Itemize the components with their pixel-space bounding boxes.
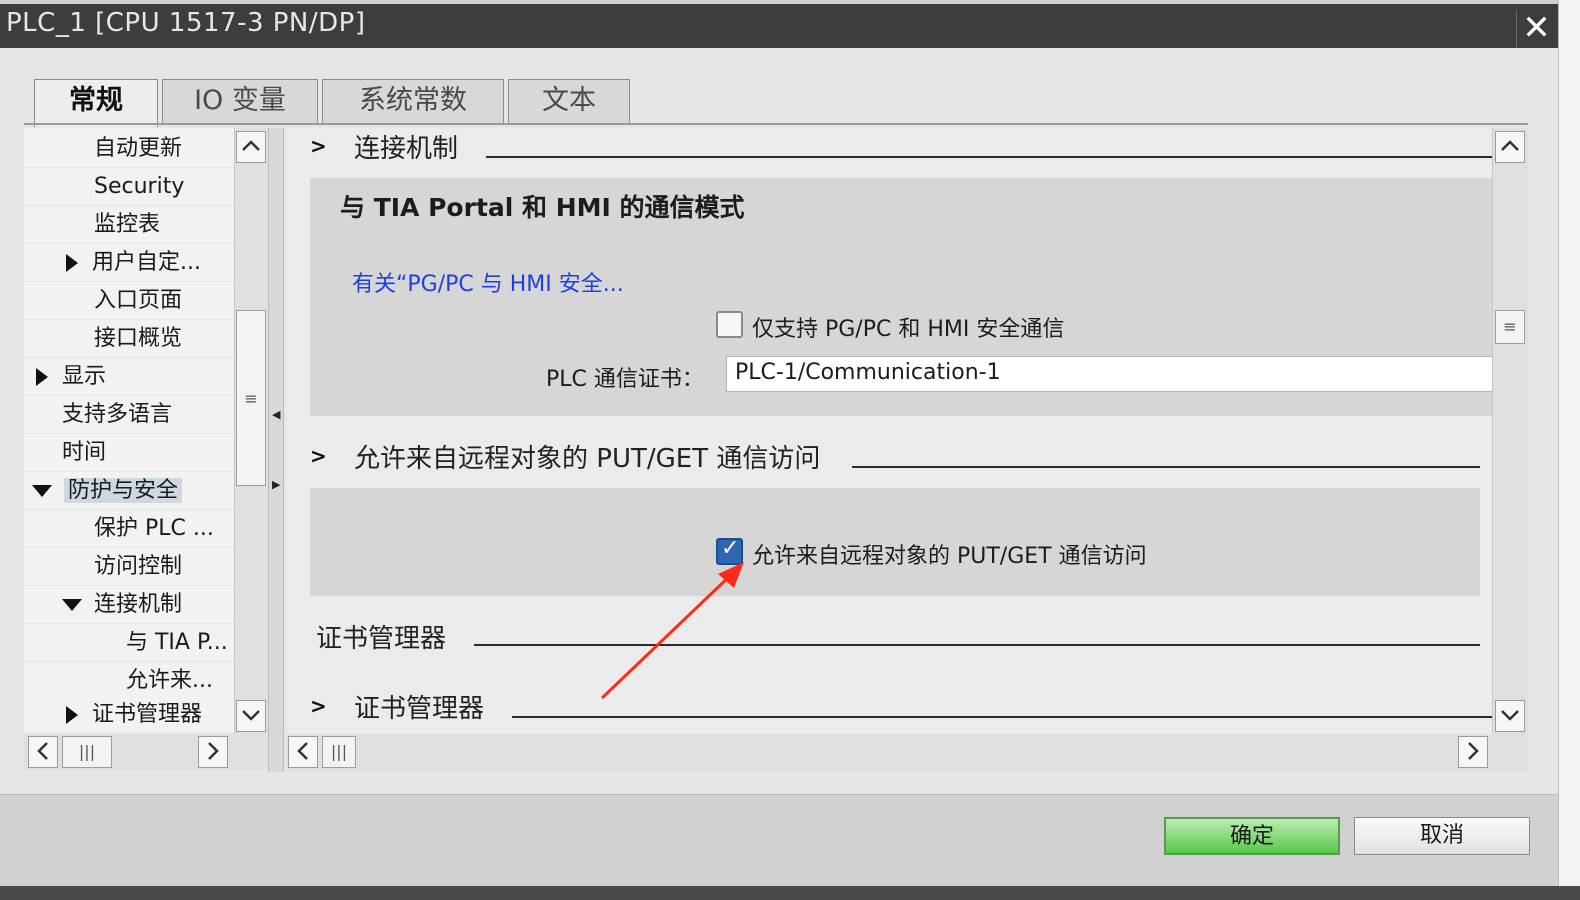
scroll-right-button[interactable]: [198, 736, 228, 768]
nav-item-label: 接口概览: [94, 326, 183, 351]
nav-item-security[interactable]: Security: [24, 168, 234, 206]
settings-content: > 连接机制 与 TIA Portal 和 HMI 的通信模式 有关“PG/PC…: [286, 128, 1494, 736]
nav-item-certificate-manager-visible[interactable]: 证书管理器: [24, 696, 234, 734]
expand-arrow-icon[interactable]: [66, 706, 78, 724]
nav-item-interface-overview[interactable]: 接口概览: [24, 320, 234, 358]
nav-item-label: 用户自定...: [92, 250, 201, 275]
nav-item-tia-portal[interactable]: 与 TIA P...: [24, 624, 234, 662]
title-bar: PLC_1 [CPU 1517-3 PN/DP] ✕: [0, 4, 1558, 48]
nav-item-user-defined[interactable]: 用户自定...: [24, 244, 234, 282]
chevron-down-icon: [1501, 710, 1519, 721]
nav-item-access-control[interactable]: 访问控制: [24, 548, 234, 586]
panel-splitter[interactable]: ◀ ▶: [268, 128, 284, 772]
nav-item-label: 证书管理器: [92, 702, 203, 727]
chevron-down-icon: [242, 710, 260, 721]
nav-item-auto-update[interactable]: 自动更新: [24, 130, 234, 168]
nav-item-protection-security[interactable]: 防护与安全: [24, 472, 234, 510]
scroll-up-button[interactable]: [1495, 131, 1525, 163]
nav-item-protect-plc[interactable]: 保护 PLC ...: [24, 510, 234, 548]
scroll-thumb[interactable]: ≡: [1495, 310, 1525, 344]
nav-item-multilingual[interactable]: 支持多语言: [24, 396, 234, 434]
scroll-thumb[interactable]: |||: [62, 736, 112, 768]
scroll-down-button[interactable]: [1495, 700, 1525, 732]
nav-item-label: 允许来...: [126, 668, 213, 693]
ok-button[interactable]: 确定: [1164, 817, 1340, 855]
collapse-arrow-icon[interactable]: [62, 599, 82, 611]
window-title: PLC_1 [CPU 1517-3 PN/DP]: [6, 8, 366, 38]
background-strip: [0, 886, 1580, 900]
content-vertical-scrollbar[interactable]: ≡: [1492, 128, 1528, 736]
tab-texts[interactable]: 文本: [508, 79, 630, 124]
scroll-thumb[interactable]: ≡: [236, 310, 266, 486]
nav-item-label: 入口页面: [94, 288, 183, 313]
nav-item-allow-putget[interactable]: 允许来...: [24, 662, 234, 698]
background-window-edge: [1558, 0, 1580, 900]
annotation-arrow: [600, 562, 744, 700]
nav-item-label: 自动更新: [94, 136, 183, 161]
nav-item-label: 与 TIA P...: [126, 630, 228, 655]
nav-item-display[interactable]: 显示: [24, 358, 234, 396]
nav-item-label: 监控表: [94, 212, 161, 237]
tab-general[interactable]: 常规: [34, 79, 158, 127]
expand-arrow-icon[interactable]: [36, 368, 48, 386]
dialog-footer: 确定 取消: [0, 794, 1558, 890]
expand-arrow-icon[interactable]: [66, 254, 78, 272]
scroll-thumb[interactable]: |||: [322, 736, 356, 768]
scroll-left-button[interactable]: [288, 736, 318, 768]
cancel-button[interactable]: 取消: [1354, 817, 1530, 855]
nav-item-connection-mechanisms[interactable]: 连接机制: [24, 586, 234, 624]
expand-right-icon[interactable]: ▶: [272, 478, 280, 491]
scroll-left-button[interactable]: [28, 736, 58, 768]
tab-system-constants[interactable]: 系统常数: [322, 79, 504, 124]
nav-item-entry-page[interactable]: 入口页面: [24, 282, 234, 320]
chevron-right-icon: [1468, 742, 1479, 760]
close-button[interactable]: ✕: [1516, 10, 1556, 48]
collapse-left-icon[interactable]: ◀: [272, 408, 280, 421]
collapse-arrow-icon[interactable]: [32, 485, 52, 497]
tab-divider: [24, 123, 1528, 125]
nav-item-label: 访问控制: [94, 554, 183, 579]
nav-item-label: 防护与安全: [64, 478, 183, 503]
scroll-right-button[interactable]: [1458, 736, 1488, 768]
chevron-up-icon: [1501, 140, 1519, 151]
nav-item-watch-table[interactable]: 监控表: [24, 206, 234, 244]
nav-vertical-scrollbar[interactable]: ≡: [234, 128, 268, 734]
chevron-left-icon: [297, 742, 308, 760]
scroll-up-button[interactable]: [236, 131, 266, 163]
nav-item-label: 保护 PLC ...: [94, 516, 214, 541]
properties-dialog: PLC_1 [CPU 1517-3 PN/DP] ✕ 常规 IO 变量 系统常数…: [0, 4, 1558, 890]
nav-horizontal-scrollbar[interactable]: |||: [24, 734, 268, 770]
scroll-down-button[interactable]: [236, 700, 266, 732]
tab-io-tags[interactable]: IO 变量: [162, 79, 318, 124]
nav-item-label: 显示: [62, 364, 107, 389]
content-horizontal-scrollbar[interactable]: |||: [286, 734, 1528, 772]
nav-item-label: Security: [94, 174, 185, 199]
chevron-right-icon: [208, 742, 219, 760]
nav-item-label: 支持多语言: [62, 402, 173, 427]
chevron-left-icon: [37, 742, 48, 760]
chevron-up-icon: [242, 140, 260, 151]
nav-item-time[interactable]: 时间: [24, 434, 234, 472]
nav-item-label: 时间: [62, 440, 107, 465]
nav-tree: 自动更新 Security 监控表 用户自定... 入口页面 接口概览 显示 支…: [24, 128, 234, 698]
nav-item-label: 连接机制: [94, 592, 183, 617]
